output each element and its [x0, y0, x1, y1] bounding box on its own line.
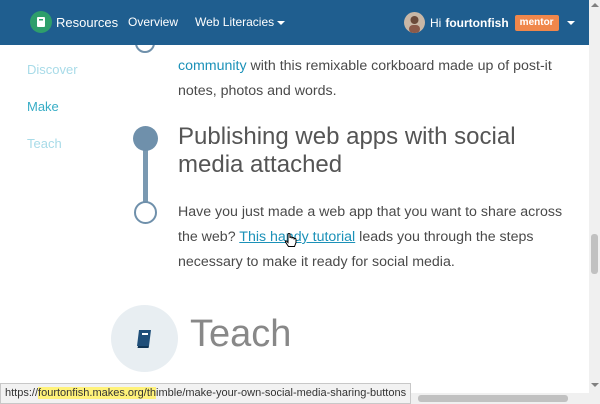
vertical-scrollbar[interactable] — [589, 0, 600, 404]
chevron-down-icon — [277, 20, 286, 25]
timeline-node-active — [133, 126, 158, 151]
brand-label: Resources — [56, 14, 119, 30]
sidebar-item-teach[interactable]: Teach — [27, 136, 62, 151]
nav-web-literacies-label: Web Literacies — [195, 15, 275, 29]
brand-link[interactable]: Resources — [30, 11, 118, 33]
status-bar-url: https://fourtonfish.makes.org/thimble/ma… — [0, 383, 412, 404]
scroll-up-icon[interactable] — [591, 3, 599, 7]
url-highlight: fourtonfish.makes.org/th — [38, 387, 157, 399]
teach-heading: Teach — [190, 313, 292, 355]
community-link[interactable]: community — [178, 58, 247, 74]
vertical-scroll-thumb[interactable] — [591, 234, 598, 274]
nav-web-literacies[interactable]: Web Literacies — [195, 15, 286, 29]
book-icon — [30, 11, 52, 33]
username: fourtonfish — [445, 15, 509, 30]
previous-paragraph: community with this remixable corkboard … — [178, 54, 578, 104]
sidebar-item-discover[interactable]: Discover — [27, 62, 78, 77]
book-icon — [136, 329, 151, 348]
sidebar-item-make[interactable]: Make — [27, 99, 59, 114]
top-navbar: Resources Overview Web Literacies Hi fou… — [0, 0, 589, 45]
section-paragraph: Have you just made a web app that you wa… — [178, 200, 578, 275]
horizontal-scroll-thumb[interactable] — [418, 395, 568, 402]
teach-section-circle — [111, 305, 178, 372]
scroll-down-icon[interactable] — [591, 383, 599, 387]
url-prefix: https:// — [5, 387, 39, 399]
user-menu[interactable]: Hi fourtonfish mentor — [404, 12, 575, 33]
section-title: Publishing web apps with social media at… — [178, 123, 516, 178]
hand-cursor-icon — [283, 232, 299, 254]
greeting: Hi — [430, 15, 442, 30]
url-rest: imble/make-your-own-social-media-sharing… — [156, 387, 407, 399]
timeline-line — [143, 148, 148, 203]
timeline-node — [134, 201, 157, 224]
chevron-down-icon — [566, 20, 575, 25]
avatar — [404, 12, 425, 33]
nav-overview[interactable]: Overview — [128, 15, 178, 29]
mentor-badge: mentor — [514, 14, 559, 31]
